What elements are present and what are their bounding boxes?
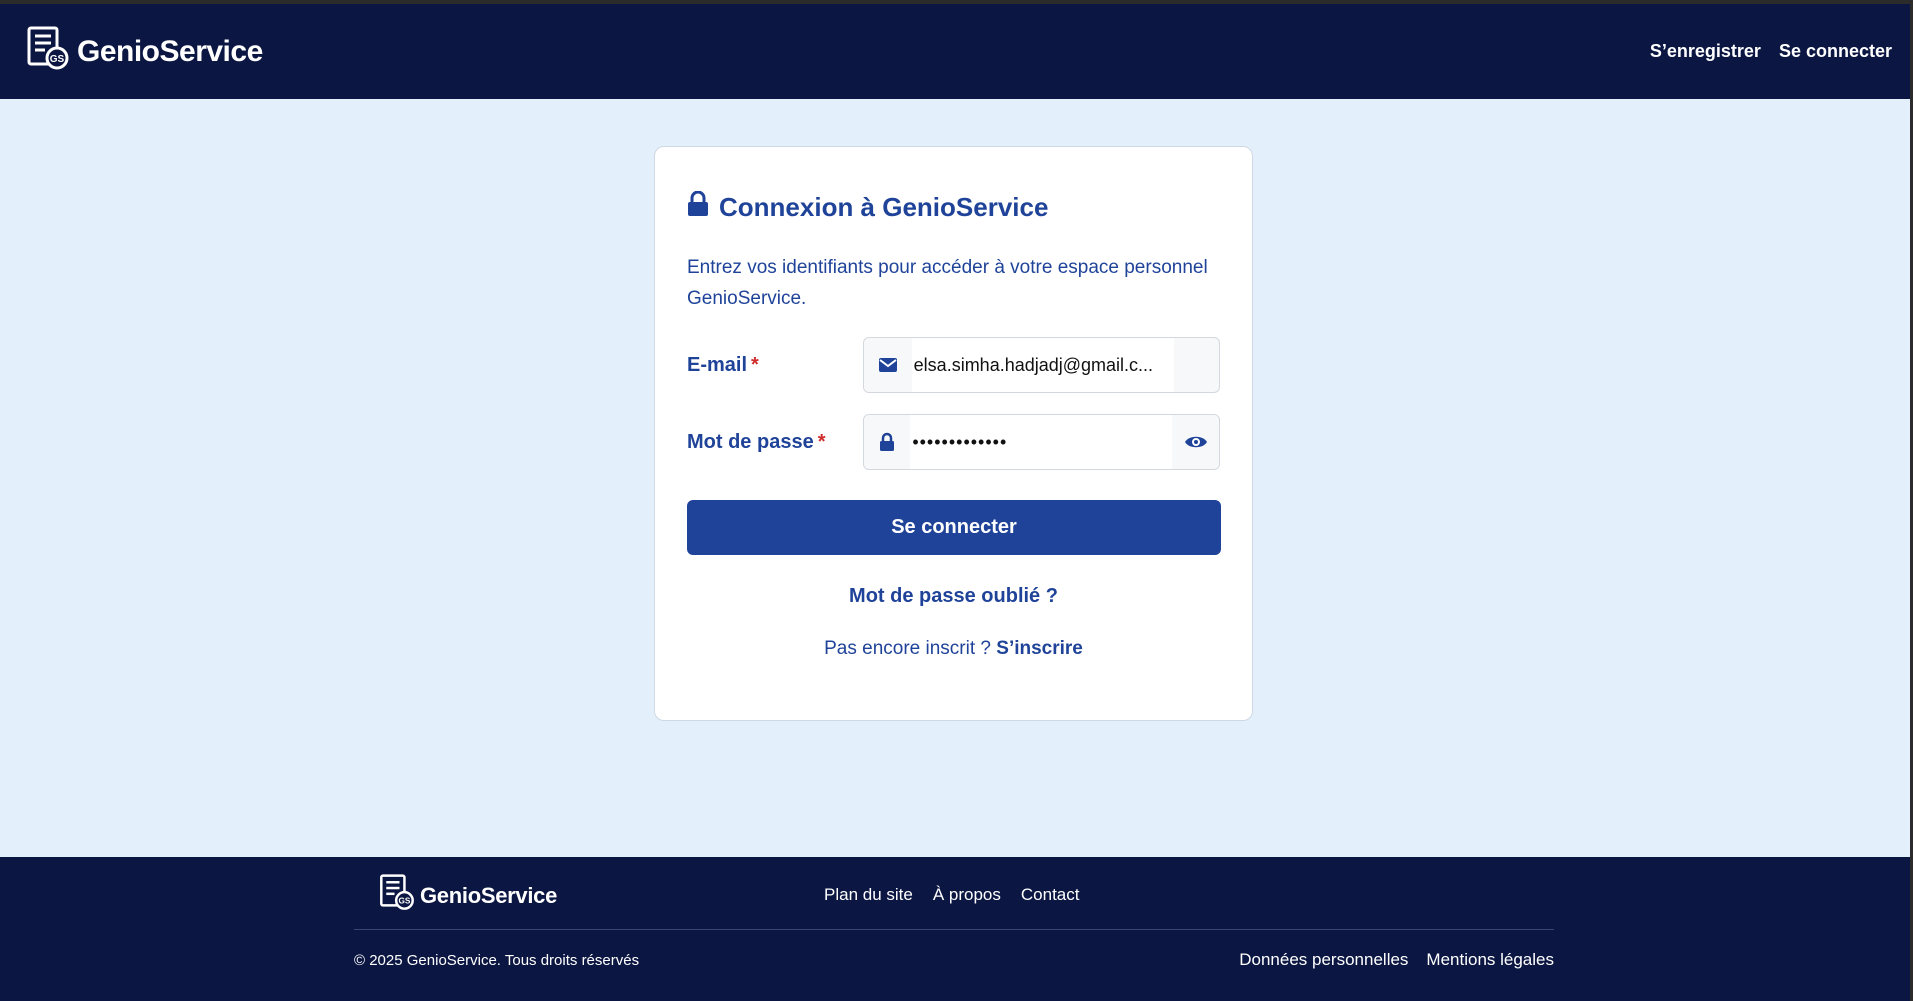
login-title-text: Connexion à GenioService <box>719 192 1049 222</box>
required-mark: * <box>751 353 759 376</box>
brand-name: GenioService <box>77 34 263 68</box>
email-input-group: elsa.simha.hadjadj@gmail.c... <box>862 337 1220 393</box>
logo-icon: GS <box>378 874 416 917</box>
contact-link[interactable]: Contact <box>1021 885 1080 905</box>
legal-notice-link[interactable]: Mentions légales <box>1426 950 1554 970</box>
site-footer: GS GenioService Plan du site À propos Co… <box>0 857 1910 1001</box>
svg-text:GS: GS <box>398 897 410 906</box>
login-title: Connexion à GenioService <box>687 190 1220 224</box>
footer-nav: Plan du site À propos Contact <box>824 885 1079 905</box>
email-label: E-mail * <box>687 353 759 376</box>
signup-prompt: Pas encore inscrit ? <box>824 638 991 659</box>
signup-link[interactable]: S’inscrire <box>996 638 1083 659</box>
required-mark: * <box>817 430 826 453</box>
lock-icon <box>863 415 911 469</box>
login-card: Connexion à GenioService Entrez vos iden… <box>654 146 1253 721</box>
password-input-group: ••••••••••••• <box>862 414 1220 470</box>
login-link[interactable]: Se connecter <box>1779 41 1892 62</box>
legal-links: Données personnelles Mentions légales <box>1239 950 1554 970</box>
logo-icon: GS <box>25 26 71 77</box>
email-row: E-mail * elsa.simha.hadjadj@gmail.c... <box>687 337 1220 393</box>
password-label: Mot de passe * <box>687 430 826 453</box>
envelope-icon <box>863 338 912 392</box>
privacy-link[interactable]: Données personnelles <box>1239 950 1408 970</box>
lock-icon <box>687 190 709 224</box>
email-field[interactable]: elsa.simha.hadjadj@gmail.c... <box>911 338 1174 392</box>
header-brand[interactable]: GS GenioService <box>25 26 263 77</box>
login-intro: Entrez vos identifiants pour accéder à v… <box>687 257 1208 309</box>
copyright: © 2025 GenioService. Tous droits réservé… <box>354 951 640 969</box>
site-header: GS GenioService S’enregistrer Se connect… <box>0 4 1910 99</box>
svg-text:GS: GS <box>50 54 65 65</box>
eye-icon[interactable] <box>1172 415 1219 469</box>
sitemap-link[interactable]: Plan du site <box>824 885 913 905</box>
signup-line: Pas encore inscrit ? S’inscrire <box>687 638 1220 660</box>
footer-divider <box>354 929 1554 930</box>
password-row: Mot de passe * ••••••••••••• <box>687 414 1220 470</box>
password-field[interactable]: ••••••••••••• <box>910 415 1173 469</box>
header-nav: S’enregistrer Se connecter <box>1650 41 1892 62</box>
about-link[interactable]: À propos <box>933 885 1001 905</box>
footer-brand[interactable]: GS GenioService <box>378 874 557 917</box>
register-link[interactable]: S’enregistrer <box>1650 41 1761 62</box>
submit-button[interactable]: Se connecter <box>687 500 1221 555</box>
footer-brand-name: GenioService <box>420 882 558 908</box>
forgot-password-link[interactable]: Mot de passe oublié ? <box>687 585 1220 608</box>
